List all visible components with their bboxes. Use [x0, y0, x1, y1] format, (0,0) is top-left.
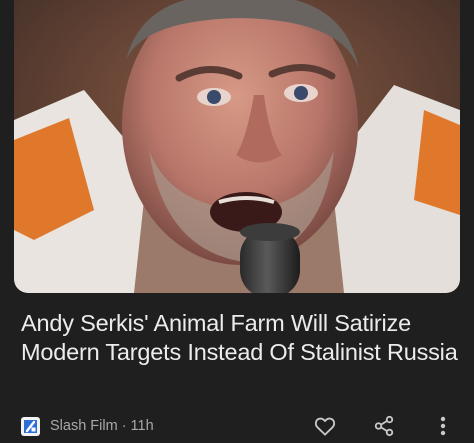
- heart-icon: [314, 417, 336, 436]
- article-headline[interactable]: Andy Serkis' Animal Farm Will Satirize M…: [21, 309, 461, 366]
- source-name[interactable]: Slash Film: [50, 418, 118, 434]
- more-options-button[interactable]: [430, 413, 456, 439]
- like-button[interactable]: [312, 413, 338, 439]
- share-icon: [374, 415, 394, 437]
- more-vertical-icon: [440, 416, 446, 436]
- article-image[interactable]: [14, 0, 460, 293]
- share-button[interactable]: [371, 413, 397, 439]
- meta-separator: ·: [121, 418, 127, 434]
- article-photo: [14, 0, 460, 293]
- slash-film-logo-icon: [21, 416, 40, 436]
- article-meta: Slash Film · 11h: [21, 414, 154, 438]
- news-card[interactable]: Andy Serkis' Animal Farm Will Satirize M…: [0, 0, 474, 443]
- article-age: 11h: [130, 418, 154, 434]
